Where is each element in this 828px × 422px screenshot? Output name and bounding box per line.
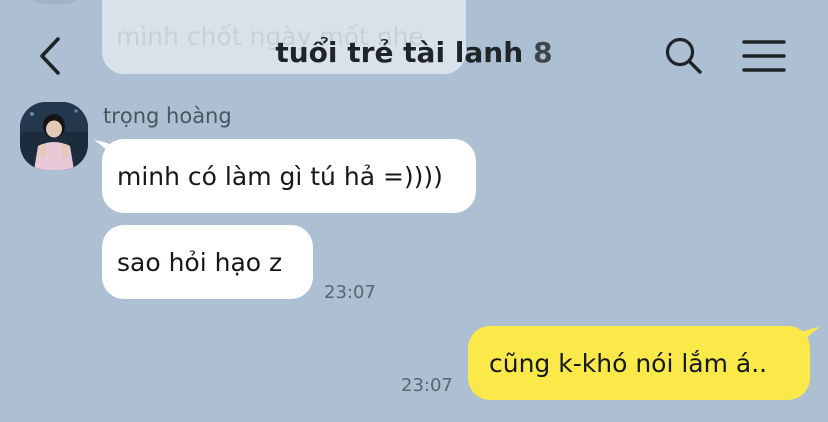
search-icon bbox=[665, 37, 702, 74]
sender-name: trọng hoàng bbox=[103, 104, 232, 128]
chat-header: tuổi trẻ tài lanh 8 bbox=[0, 0, 828, 112]
message-bubble[interactable]: minh có làm gì tú hả =)))) bbox=[102, 139, 476, 213]
profile-photo-icon bbox=[20, 102, 88, 170]
search-button[interactable] bbox=[664, 36, 704, 76]
message-timestamp: 23:07 bbox=[401, 375, 453, 396]
message-bubble[interactable]: cũng k-khó nói lắm á.. bbox=[468, 326, 810, 400]
message-text: cũng k-khó nói lắm á.. bbox=[489, 349, 768, 378]
member-count: 8 bbox=[533, 36, 553, 69]
chat-name: tuổi trẻ tài lanh bbox=[275, 36, 524, 69]
hamburger-menu-icon bbox=[742, 40, 786, 72]
menu-button[interactable] bbox=[742, 38, 786, 74]
message-text: minh có làm gì tú hả =)))) bbox=[117, 162, 443, 191]
message-text: sao hỏi hạo z bbox=[117, 248, 283, 277]
message-bubble[interactable]: sao hỏi hạo z bbox=[102, 225, 313, 299]
sender-avatar[interactable] bbox=[20, 102, 88, 170]
message-timestamp: 23:07 bbox=[324, 282, 376, 303]
